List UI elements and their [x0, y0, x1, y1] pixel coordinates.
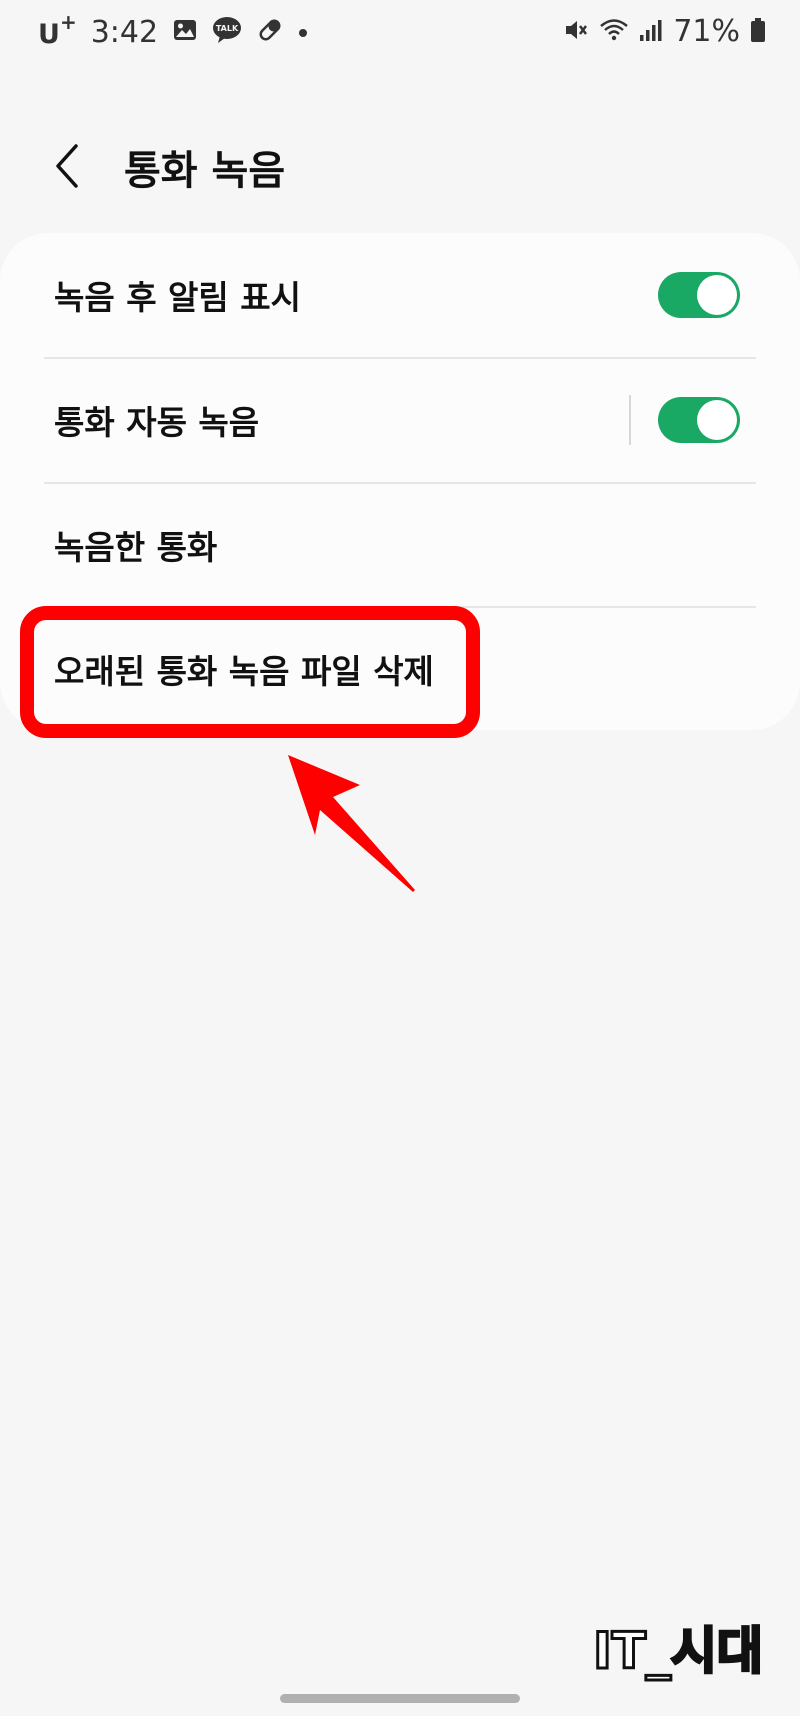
notification-dot-icon — [298, 23, 308, 42]
red-arrow-icon — [288, 755, 415, 892]
auto-record-toggle[interactable] — [658, 397, 740, 443]
setting-label: 녹음 후 알림 표시 — [54, 278, 301, 317]
setting-row-recorded-calls[interactable]: 녹음한 통화 — [0, 483, 800, 607]
pill-icon — [256, 16, 284, 48]
back-button[interactable] — [44, 136, 94, 196]
app-header: 통화 녹음 — [0, 118, 800, 214]
mute-icon — [563, 17, 589, 47]
clock: 3:42 — [90, 14, 159, 50]
battery-percentage: 71% — [673, 14, 740, 49]
vertical-separator — [629, 395, 631, 445]
carrier-label: U+ — [38, 10, 77, 50]
status-bar: U+ 3:42 TALK 71% — [0, 0, 800, 72]
svg-text:IT_시대: IT_시대 — [593, 1622, 763, 1680]
toggle-knob — [697, 275, 737, 315]
notification-toggle[interactable] — [658, 272, 740, 318]
kakaotalk-icon: TALK — [212, 16, 242, 48]
battery-icon — [750, 17, 766, 47]
svg-text:TALK: TALK — [216, 24, 239, 33]
setting-row-auto-record[interactable]: 통화 자동 녹음 — [0, 358, 800, 482]
setting-row-notification-after-recording[interactable]: 녹음 후 알림 표시 — [0, 233, 800, 357]
watermark-logo: IT_시대 — [592, 1621, 765, 1682]
gallery-icon — [172, 17, 198, 47]
setting-label: 녹음한 통화 — [54, 528, 218, 567]
back-arrow-icon — [56, 144, 78, 188]
page-title: 통화 녹음 — [124, 148, 286, 194]
signal-icon — [639, 18, 663, 46]
wifi-icon — [599, 17, 629, 47]
toggle-knob — [697, 400, 737, 440]
setting-label: 통화 자동 녹음 — [54, 403, 260, 442]
highlight-box — [20, 606, 480, 738]
gesture-navigation-bar[interactable] — [280, 1694, 520, 1703]
